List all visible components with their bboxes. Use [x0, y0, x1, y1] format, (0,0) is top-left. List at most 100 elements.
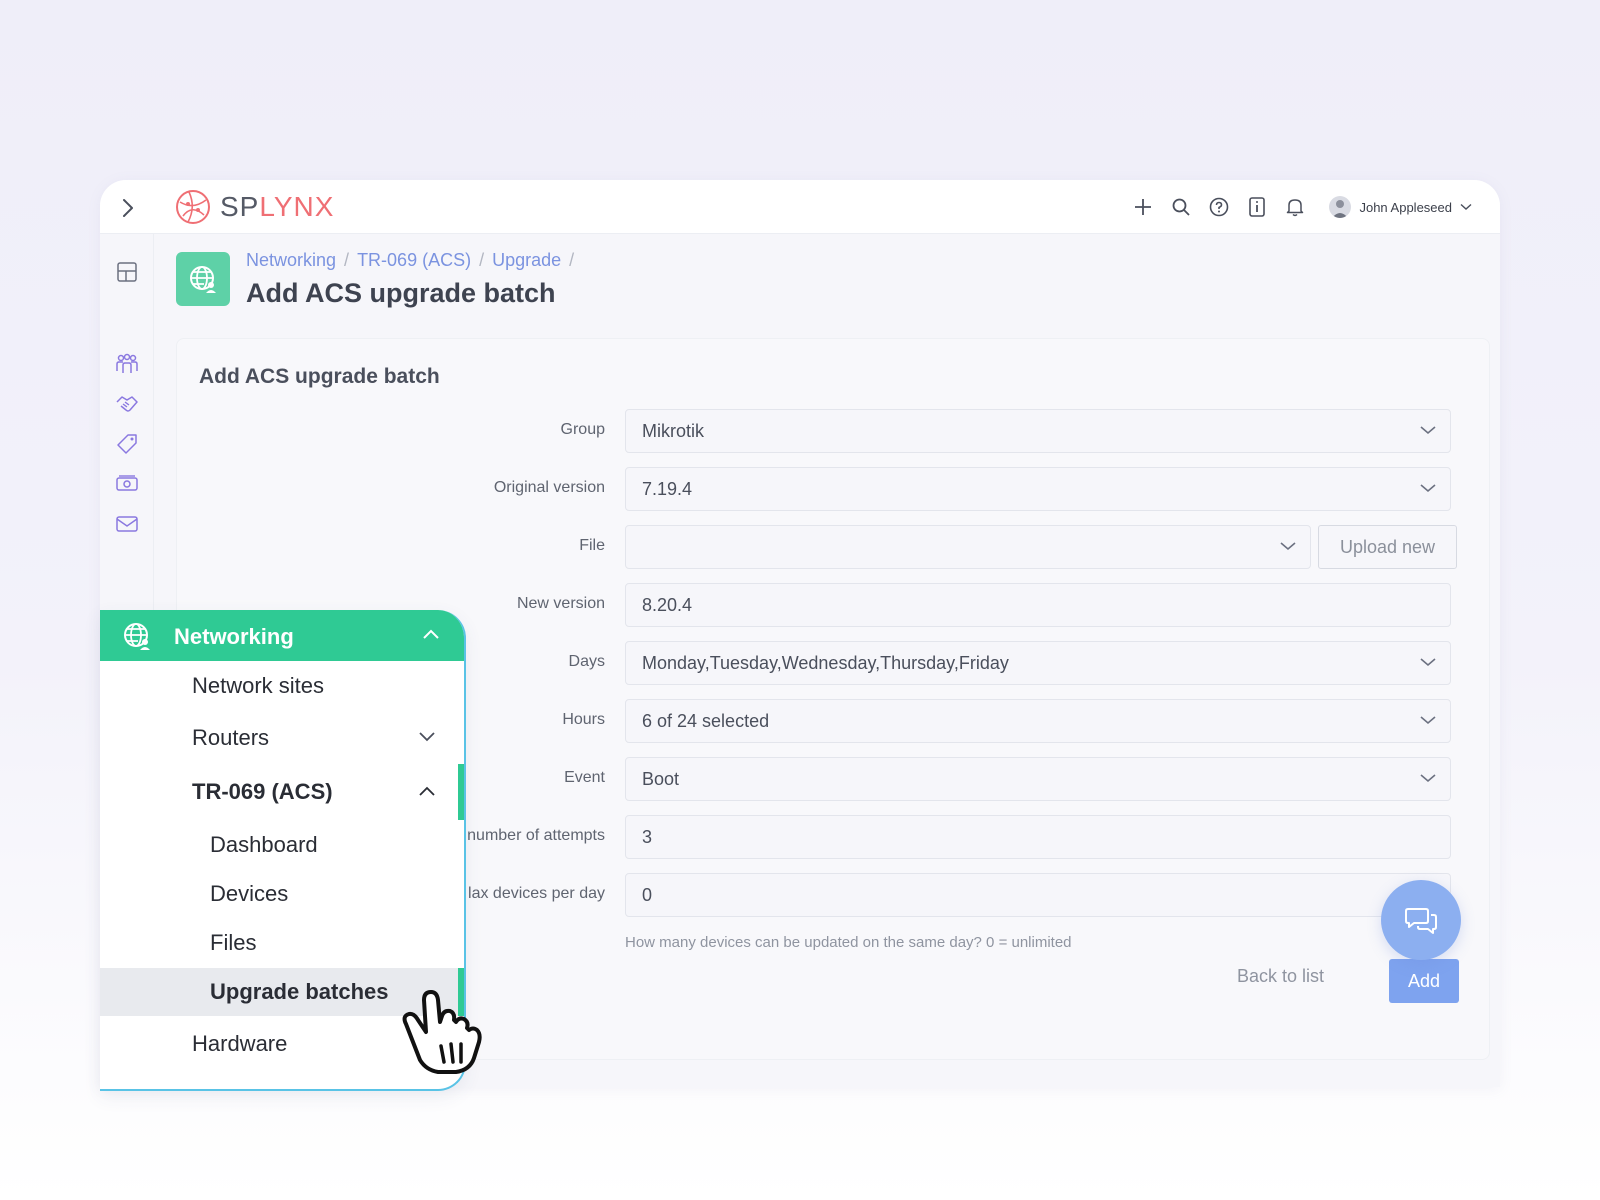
menu-item-tr069[interactable]: TR-069 (ACS) — [100, 768, 464, 816]
event-label: Event — [564, 769, 605, 786]
chevron-right-icon — [123, 199, 133, 217]
chevron-down-icon — [419, 732, 435, 742]
rail-dashboard[interactable] — [115, 260, 139, 284]
row-group: Group Mikrotik — [177, 409, 1491, 453]
event-select[interactable]: Boot — [625, 757, 1451, 801]
logo-prefix: SP — [220, 191, 260, 222]
logo-text: SPLYNX — [220, 191, 334, 223]
globe-user-icon — [190, 266, 216, 293]
rail-partners[interactable] — [115, 392, 139, 416]
chevron-down-icon — [1460, 203, 1472, 210]
file-label: File — [579, 537, 605, 554]
search-icon — [1173, 198, 1191, 216]
days-label: Days — [568, 653, 605, 670]
max-devices-input[interactable]: 0 — [625, 873, 1451, 917]
help-icon — [1210, 197, 1229, 217]
info-button[interactable] — [1247, 197, 1267, 217]
page-header: Networking / TR-069 (ACS) / Upgrade / Ad… — [154, 234, 1500, 330]
help-button[interactable] — [1209, 197, 1229, 217]
original-version-value: 7.19.4 — [642, 478, 693, 499]
chevron-up-icon — [423, 629, 439, 639]
event-value: Boot — [642, 768, 680, 789]
max-devices-hint: How many devices can be updated on the s… — [625, 934, 1072, 951]
dashboard-icon — [117, 262, 137, 282]
menu-item-files[interactable]: Files — [100, 919, 464, 967]
breadcrumb-tr069[interactable]: TR-069 (ACS) — [357, 250, 471, 271]
max-devices-label: lax devices per day — [468, 885, 605, 902]
group-label: Group — [560, 421, 605, 438]
info-icon — [1249, 197, 1266, 217]
attempts-input[interactable]: 3 — [625, 815, 1451, 859]
money-icon — [116, 475, 138, 491]
chevron-down-icon — [1420, 716, 1436, 725]
chevron-down-icon — [1420, 658, 1436, 667]
chevron-down-icon — [1280, 542, 1296, 551]
add-button[interactable]: Add — [1389, 959, 1459, 1003]
top-bar: SPLYNX John Appleseed — [100, 180, 1500, 234]
breadcrumb: Networking / TR-069 (ACS) / Upgrade / — [246, 250, 574, 271]
menu-item-routers[interactable]: Routers — [100, 714, 464, 762]
search-button[interactable] — [1171, 197, 1191, 217]
splynx-logo[interactable]: SPLYNX — [174, 188, 334, 226]
menu-item-label: Routers — [192, 725, 270, 750]
user-menu[interactable]: John Appleseed — [1329, 196, 1472, 218]
user-name: John Appleseed — [1359, 199, 1452, 215]
file-select[interactable] — [625, 525, 1311, 569]
attempts-value: 3 — [642, 826, 653, 847]
original-version-label: Original version — [493, 479, 605, 496]
mail-icon — [116, 516, 138, 532]
expand-sidebar-button[interactable] — [114, 194, 142, 222]
days-value: Monday,Tuesday,Wednesday,Thursday,Friday — [642, 652, 1009, 673]
rail-messages[interactable] — [115, 512, 139, 536]
menu-item-dashboard[interactable]: Dashboard — [100, 821, 464, 869]
handshake-icon — [116, 396, 138, 412]
bell-icon — [1287, 199, 1304, 217]
menu-item-label: TR-069 (ACS) — [192, 779, 333, 804]
users-icon — [116, 353, 138, 373]
chat-icon — [1405, 908, 1437, 934]
group-select[interactable]: Mikrotik — [625, 409, 1451, 453]
original-version-select[interactable]: 7.19.4 — [625, 467, 1451, 511]
notifications-button[interactable] — [1285, 197, 1305, 217]
new-version-value: 8.20.4 — [642, 594, 693, 615]
menu-item-label: Devices — [210, 881, 289, 906]
menu-item-label: Upgrade batches — [210, 979, 389, 1004]
menu-networking-header[interactable]: Networking — [100, 610, 464, 661]
active-section-marker — [458, 764, 464, 820]
row-file: File Upload new — [177, 525, 1491, 569]
breadcrumb-separator: / — [479, 250, 485, 270]
row-original-version: Original version 7.19.4 — [177, 467, 1491, 511]
rail-finance[interactable] — [115, 472, 139, 496]
hours-select[interactable]: 6 of 24 selected — [625, 699, 1451, 743]
menu-item-label: Files — [210, 930, 257, 955]
chevron-down-icon — [1420, 484, 1436, 493]
menu-item-network-sites[interactable]: Network sites — [100, 662, 464, 710]
breadcrumb-networking[interactable]: Networking — [246, 250, 336, 271]
upload-new-button[interactable]: Upload new — [1318, 525, 1457, 569]
menu-item-label: Network sites — [192, 673, 325, 698]
logo-globe-icon — [176, 190, 210, 224]
add-button[interactable] — [1133, 197, 1153, 217]
breadcrumb-separator: / — [344, 250, 350, 270]
days-select[interactable]: Monday,Tuesday,Wednesday,Thursday,Friday — [625, 641, 1451, 685]
breadcrumb-upgrade[interactable]: Upgrade — [492, 250, 561, 271]
max-devices-value: 0 — [642, 884, 653, 905]
form-title: Add ACS upgrade batch — [199, 365, 440, 388]
group-value: Mikrotik — [642, 420, 704, 441]
plus-icon — [1135, 199, 1152, 215]
hours-label: Hours — [562, 711, 605, 728]
rail-tickets[interactable] — [115, 432, 139, 456]
back-to-list-button[interactable]: Back to list — [1237, 966, 1324, 987]
pointer-hand-icon — [396, 986, 488, 1083]
rail-customers[interactable] — [115, 352, 139, 376]
logo-suffix: LYNX — [259, 191, 335, 222]
user-avatar-icon — [1332, 200, 1349, 218]
chevron-down-icon — [1420, 426, 1436, 435]
menu-item-devices[interactable]: Devices — [100, 870, 464, 918]
breadcrumb-separator: / — [569, 250, 575, 270]
menu-item-label: Dashboard — [210, 832, 318, 857]
new-version-input[interactable]: 8.20.4 — [625, 583, 1451, 627]
page-title: Add ACS upgrade batch — [246, 278, 556, 308]
chat-button[interactable] — [1381, 880, 1461, 960]
chevron-up-icon — [419, 786, 435, 796]
